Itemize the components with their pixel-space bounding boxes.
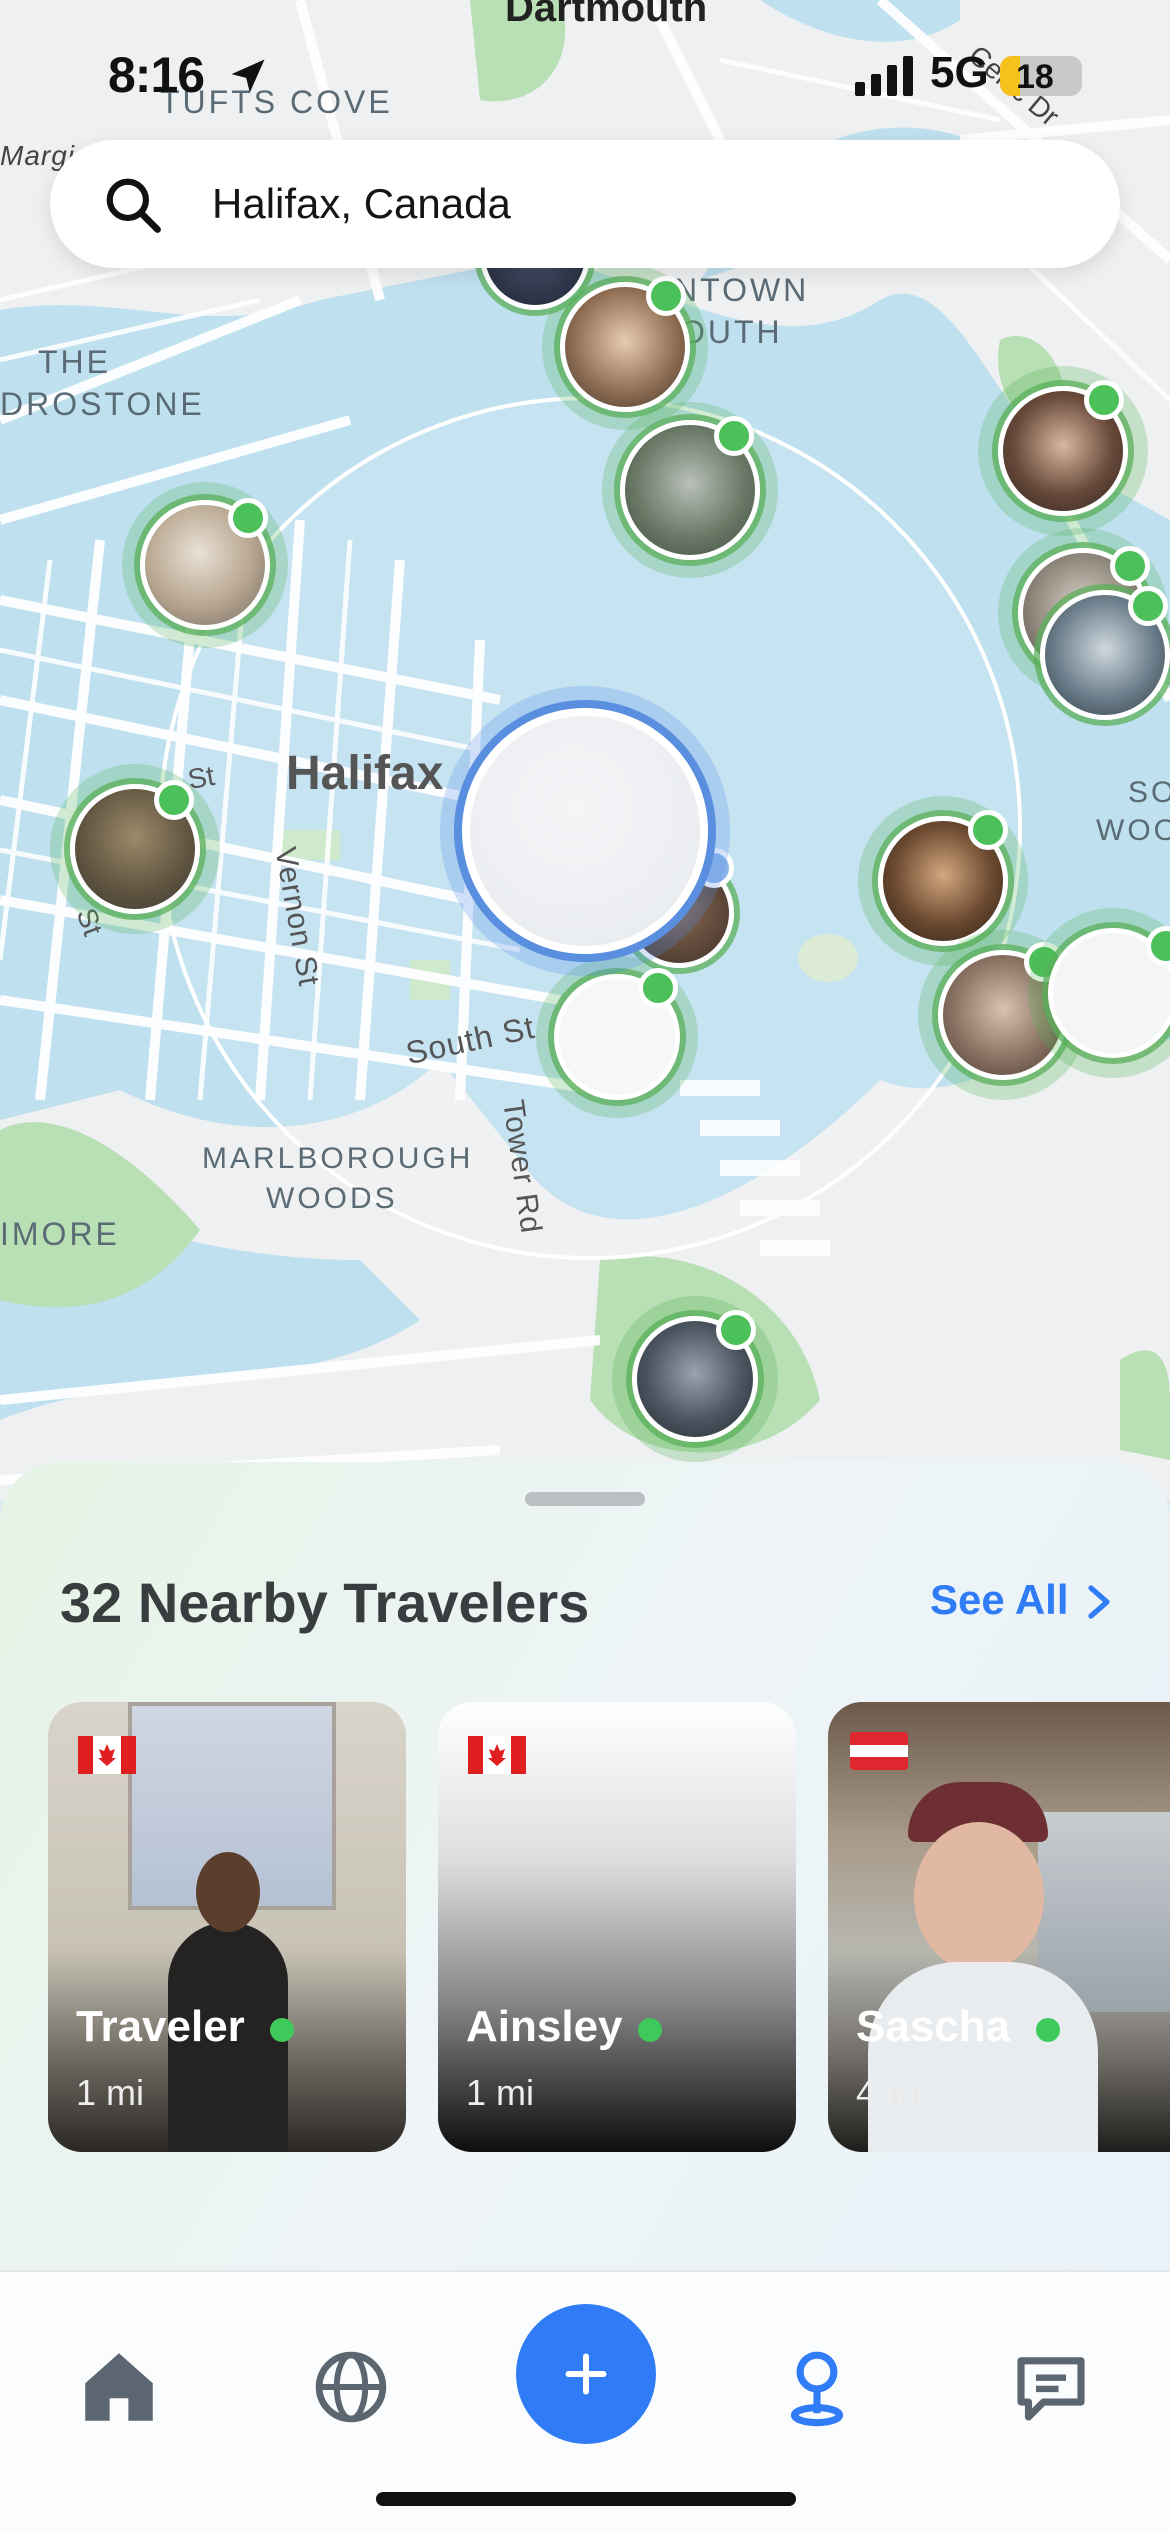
traveler-map-pin[interactable] <box>122 482 288 648</box>
home-indicator <box>376 2492 796 2506</box>
traveler-map-pin[interactable] <box>978 366 1148 536</box>
traveler-name: Sascha <box>856 2002 1011 2051</box>
map-label: THE <box>38 344 111 380</box>
traveler-card[interactable]: Ainsley 1 mi <box>438 1702 796 2152</box>
map-label: WOODS <box>266 1182 398 1215</box>
map-label: DROSTONE <box>0 386 205 422</box>
battery-icon: 18 <box>1000 56 1082 96</box>
card-photo-shirt <box>868 1962 1098 2152</box>
location-arrow-icon <box>231 59 265 93</box>
traveler-map-pin[interactable] <box>612 1296 778 1462</box>
current-user-map-pin[interactable] <box>440 686 730 976</box>
traveler-name: Ainsley <box>466 2002 623 2051</box>
traveler-distance: 1 mi <box>76 2072 145 2113</box>
map-label: SO <box>1128 776 1170 809</box>
traveler-map-pin[interactable] <box>1040 586 1170 720</box>
globe-icon[interactable] <box>306 2342 396 2432</box>
location-search-bar[interactable]: Halifax, Canada <box>50 140 1120 268</box>
traveler-map-pin[interactable] <box>1028 908 1170 1078</box>
traveler-map-pin[interactable] <box>858 796 1028 966</box>
plus-icon <box>565 2353 607 2395</box>
sheet-drag-handle[interactable] <box>525 1492 645 1506</box>
canada-flag-icon <box>468 1736 526 1774</box>
battery-level: 18 <box>1016 58 1054 96</box>
see-all-link[interactable]: See All <box>930 1576 1069 1624</box>
online-indicator <box>270 2018 294 2042</box>
traveler-map-pin[interactable] <box>50 764 220 934</box>
canada-flag-icon <box>78 1736 136 1774</box>
chat-icon[interactable] <box>1006 2342 1096 2432</box>
map-label: MARLBOROUGH <box>202 1142 474 1175</box>
map-label-city: Halifax <box>286 747 444 800</box>
traveler-distance: 4 mi <box>856 2072 925 2113</box>
traveler-card[interactable]: Sascha 4 mi <box>828 1702 1170 2152</box>
traveler-map-pin[interactable] <box>536 956 698 1118</box>
chevron-right-icon[interactable] <box>1086 1584 1112 1620</box>
traveler-card[interactable]: Traveler 1 mi <box>48 1702 406 2152</box>
traveler-map-pin[interactable] <box>602 402 778 578</box>
cellular-signal-icon <box>855 56 913 96</box>
traveler-name: Traveler <box>76 2002 245 2051</box>
status-bar: 8:16 5G 18 <box>0 0 1170 150</box>
home-icon[interactable] <box>74 2342 164 2432</box>
online-indicator <box>638 2018 662 2042</box>
map-pin-icon[interactable] <box>772 2342 862 2432</box>
traveler-distance: 1 mi <box>466 2072 535 2113</box>
network-type: 5G <box>930 48 989 97</box>
online-indicator <box>1036 2018 1060 2042</box>
search-input[interactable]: Halifax, Canada <box>212 180 511 228</box>
austria-flag-icon <box>850 1732 908 1770</box>
sheet-title: 32 Nearby Travelers <box>60 1571 590 1634</box>
search-icon <box>106 178 161 233</box>
card-photo-face <box>196 1852 260 1932</box>
status-time: 8:16 <box>108 47 205 103</box>
create-post-button[interactable] <box>516 2304 656 2444</box>
card-photo-face <box>914 1822 1044 1972</box>
map-label: IMORE <box>0 1216 120 1252</box>
map-label: WOO <box>1096 814 1170 847</box>
